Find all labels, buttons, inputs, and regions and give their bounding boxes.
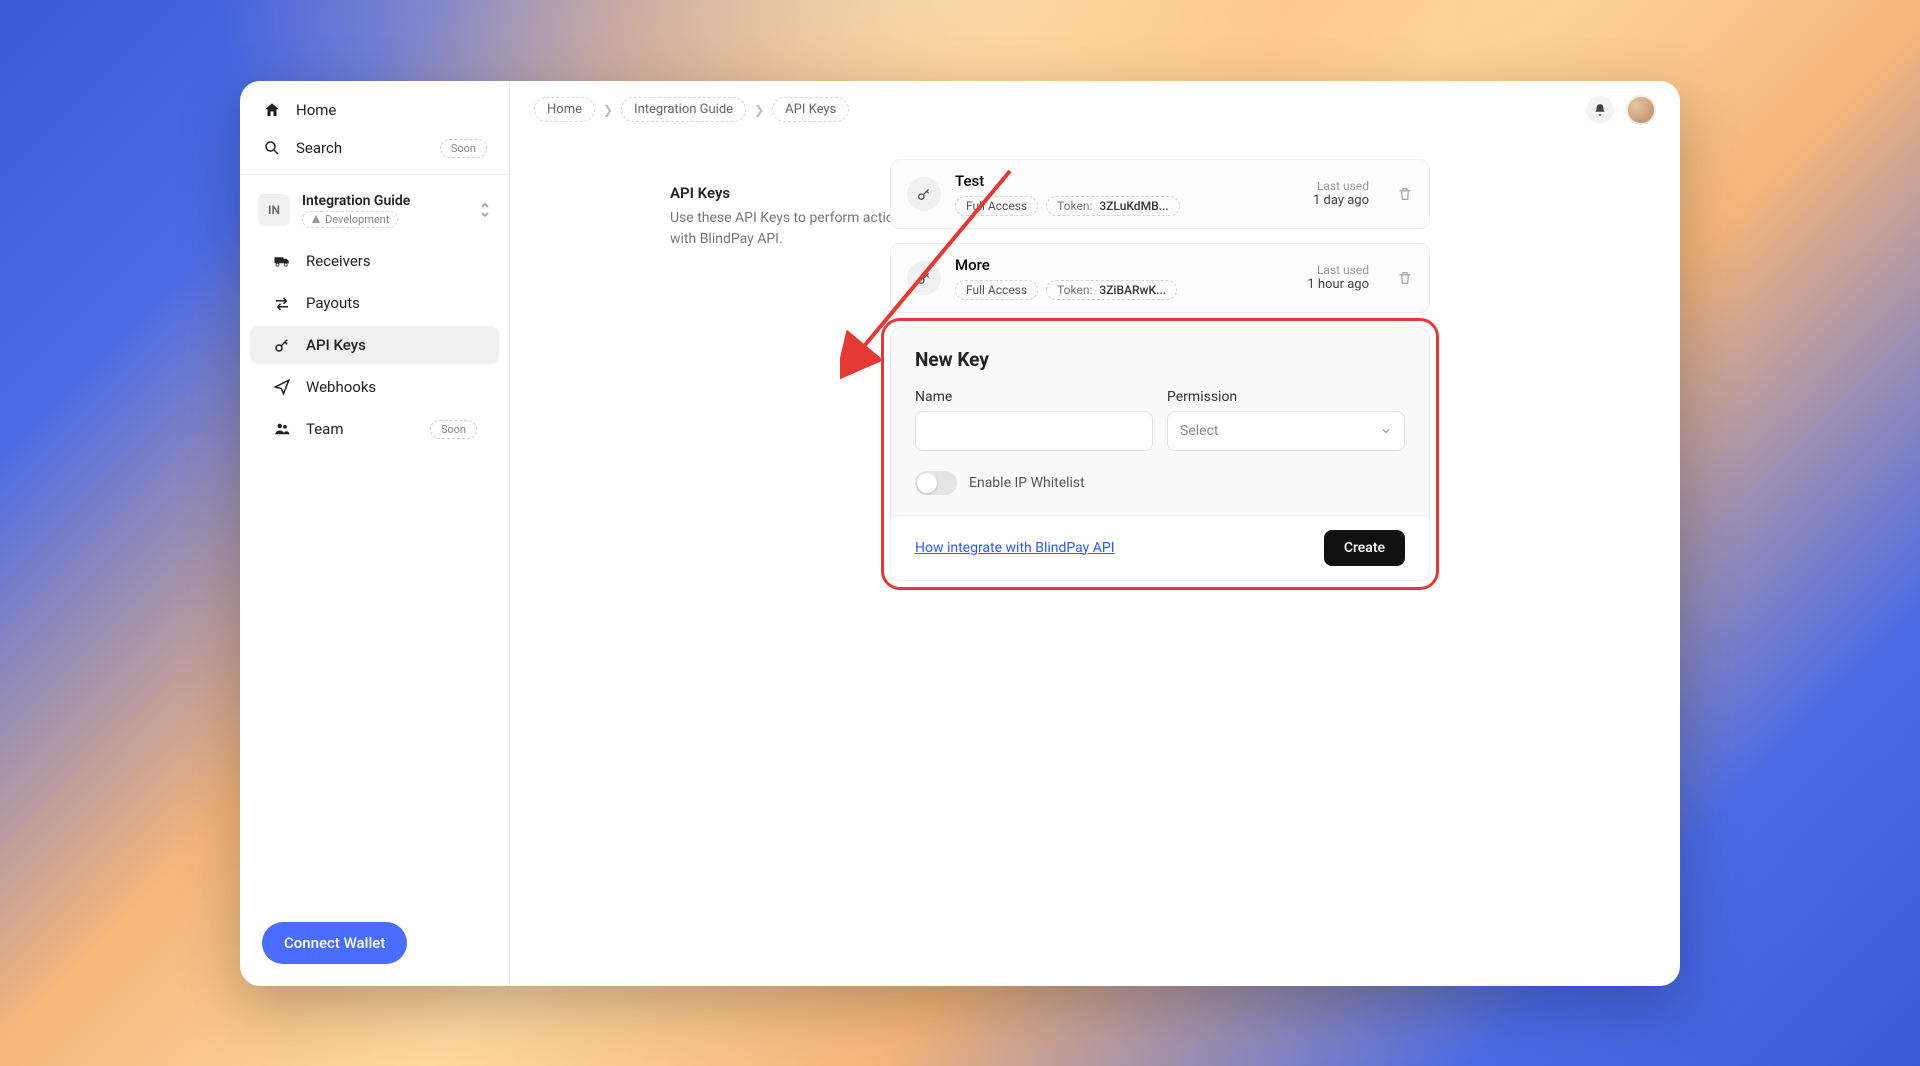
api-key-name: Test — [955, 172, 1180, 190]
new-key-panel: New Key Name Permission Select — [890, 327, 1430, 581]
ip-whitelist-label: Enable IP Whitelist — [969, 475, 1085, 491]
sidebar-item-label: Team — [306, 420, 344, 438]
soon-badge: Soon — [440, 139, 487, 158]
main: Home ❯ Integration Guide ❯ API Keys API … — [510, 81, 1680, 986]
user-avatar[interactable] — [1626, 95, 1656, 125]
connect-wallet-button[interactable]: Connect Wallet — [262, 922, 407, 964]
breadcrumb-item[interactable]: Home — [534, 97, 595, 122]
org-env-badge: Development — [302, 211, 398, 228]
last-used-label: Last used — [1307, 263, 1369, 277]
transfer-icon — [272, 294, 292, 312]
permission-select[interactable]: Select — [1167, 411, 1405, 451]
last-used-label: Last used — [1313, 179, 1369, 193]
org-name: Integration Guide — [302, 193, 410, 209]
sidebar-home-label: Home — [296, 101, 336, 119]
page-title: API Keys — [670, 184, 810, 202]
sidebar-item-webhooks[interactable]: Webhooks — [250, 368, 499, 406]
token-tag: Token: 3ZiBARwK... — [1046, 280, 1177, 300]
breadcrumb-item[interactable]: API Keys — [772, 97, 849, 122]
org-avatar: IN — [258, 194, 290, 226]
sidebar-item-label: Payouts — [306, 294, 360, 312]
truck-icon — [272, 252, 292, 270]
team-icon — [272, 420, 292, 438]
api-key-card: More Full Access Token: 3ZiBARwK... Last… — [890, 243, 1430, 313]
delete-key-button[interactable] — [1397, 186, 1413, 202]
sidebar-item-team[interactable]: Team Soon — [250, 410, 499, 449]
help-link[interactable]: How integrate with BlindPay API — [915, 540, 1115, 556]
chevron-right-icon: ❯ — [603, 103, 613, 117]
permission-tag: Full Access — [955, 196, 1038, 216]
api-key-card: Test Full Access Token: 3ZLuKdMB... Last… — [890, 159, 1430, 229]
trash-icon — [1397, 270, 1413, 286]
key-icon — [907, 261, 941, 295]
new-key-title: New Key — [915, 348, 1405, 371]
bell-icon — [1593, 103, 1607, 117]
sidebar-item-label: API Keys — [306, 336, 366, 354]
last-used-value: 1 hour ago — [1307, 277, 1369, 292]
create-button[interactable]: Create — [1324, 530, 1405, 566]
last-used-value: 1 day ago — [1313, 193, 1369, 208]
chevron-right-icon: ❯ — [754, 103, 764, 117]
api-key-name: More — [955, 256, 1177, 274]
trash-icon — [1397, 186, 1413, 202]
sidebar-item-payouts[interactable]: Payouts — [250, 284, 499, 322]
name-input[interactable] — [915, 411, 1153, 451]
permission-label: Permission — [1167, 389, 1405, 405]
page-description: Use these API Keys to perform actions wi… — [670, 208, 910, 250]
topbar: Home ❯ Integration Guide ❯ API Keys — [510, 81, 1680, 139]
sidebar: Home Search Soon IN Integration Guide De… — [240, 81, 510, 986]
key-icon — [907, 177, 941, 211]
breadcrumb-item[interactable]: Integration Guide — [621, 97, 746, 122]
ip-whitelist-toggle[interactable] — [915, 471, 957, 495]
permission-tag: Full Access — [955, 280, 1038, 300]
name-label: Name — [915, 389, 1153, 405]
sidebar-home[interactable]: Home — [240, 91, 509, 129]
chevron-down-icon — [1380, 425, 1392, 437]
token-tag: Token: 3ZLuKdMB... — [1046, 196, 1180, 216]
soon-badge: Soon — [430, 420, 477, 439]
home-icon — [262, 101, 282, 119]
search-icon — [262, 139, 282, 157]
sidebar-item-receivers[interactable]: Receivers — [250, 242, 499, 280]
org-switcher[interactable]: IN Integration Guide Development — [240, 181, 509, 240]
sidebar-item-apikeys[interactable]: API Keys — [250, 326, 499, 364]
delete-key-button[interactable] — [1397, 270, 1413, 286]
chevron-updown-icon — [479, 202, 491, 218]
notifications-button[interactable] — [1586, 96, 1614, 124]
send-icon — [272, 378, 292, 396]
sidebar-item-label: Webhooks — [306, 378, 376, 396]
sidebar-search-label: Search — [296, 139, 342, 157]
sidebar-search[interactable]: Search Soon — [240, 129, 509, 168]
sidebar-item-label: Receivers — [306, 252, 371, 270]
app-window: Home Search Soon IN Integration Guide De… — [240, 81, 1680, 986]
divider — [240, 174, 509, 175]
key-icon — [272, 336, 292, 354]
